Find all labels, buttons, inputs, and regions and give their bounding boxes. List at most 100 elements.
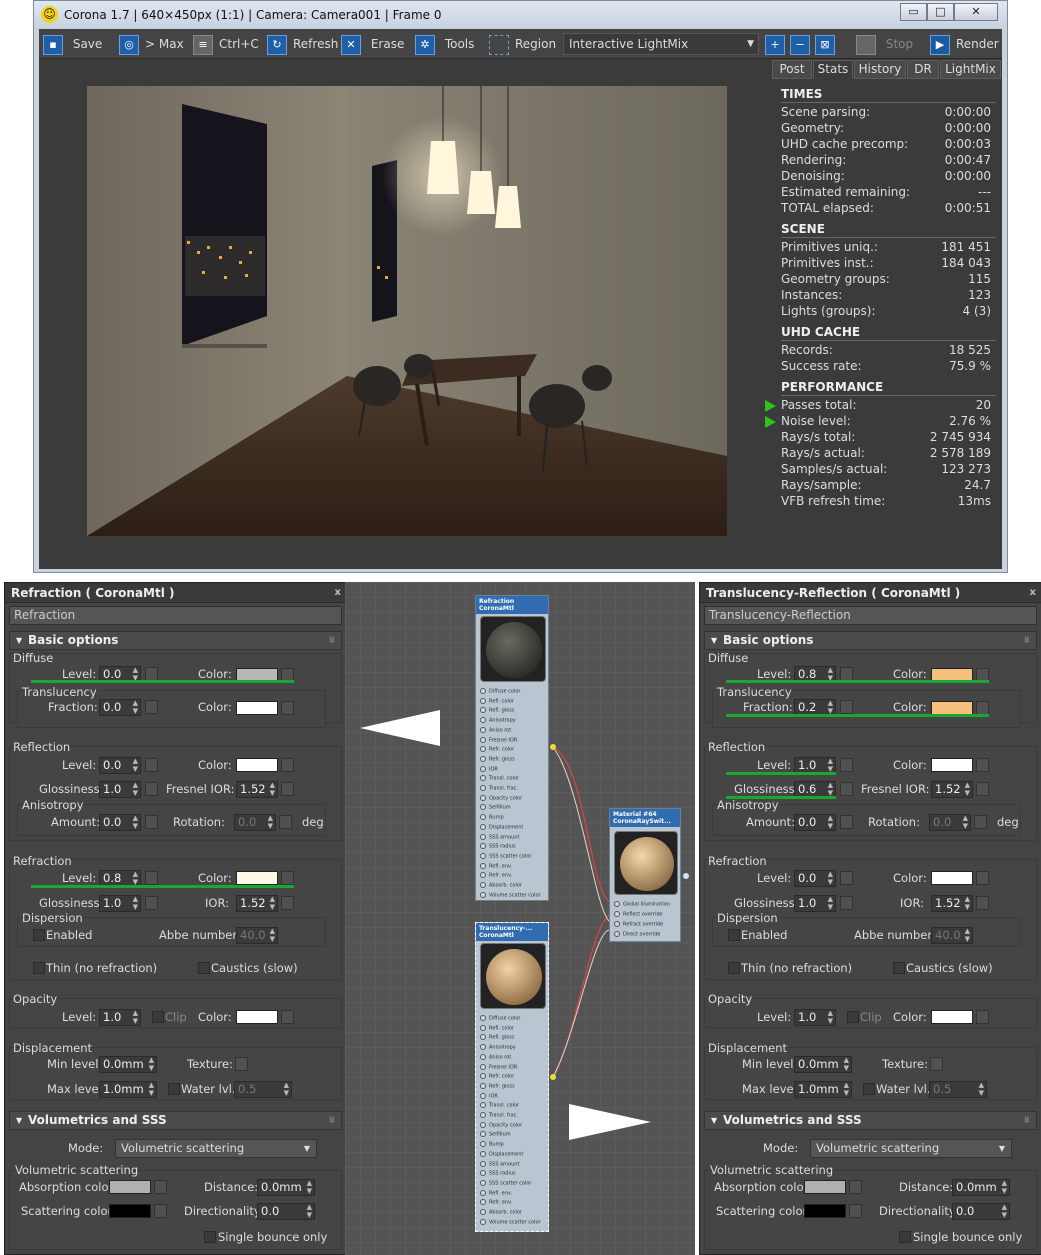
spinner-arrows-icon[interactable]: ▲ ▼ [828, 699, 833, 715]
tools-button[interactable]: ✲ Tools [415, 32, 474, 56]
opacity-color-swatch[interactable] [236, 1010, 278, 1024]
glossiness-map-button[interactable] [145, 782, 158, 796]
scattering-color-swatch[interactable] [804, 1204, 846, 1218]
node-input-slot[interactable]: Anisotropy [480, 1044, 516, 1051]
copy-button[interactable]: ≡ Ctrl+C [193, 32, 259, 56]
amount-map-button[interactable] [145, 815, 158, 829]
spinner-arrows-icon[interactable]: ▲ ▼ [307, 1203, 312, 1219]
rotation-map-button[interactable] [974, 815, 987, 829]
glossiness-map-button[interactable] [840, 782, 853, 796]
node-input-slot[interactable]: Fresnel IOR [480, 737, 517, 743]
min-level-spinner[interactable]: 0.0mm ▲ ▼ [99, 1056, 157, 1073]
spinner-arrows-icon[interactable]: ▲ ▼ [965, 895, 970, 911]
abbe-spinner[interactable]: 40.0 ▲ ▼ [931, 927, 973, 944]
refraction-color-swatch[interactable] [931, 871, 973, 885]
opacity-color-swatch[interactable] [931, 1010, 973, 1024]
thin-checkbox[interactable] [33, 962, 45, 974]
node-input-slot[interactable]: Fresnel IOR [480, 1064, 517, 1070]
refraction-level-map-button[interactable] [840, 871, 853, 885]
scattering-map-button[interactable] [849, 1204, 862, 1218]
spinner-arrows-icon[interactable]: ▲ ▼ [844, 1081, 849, 1097]
translucency-map-button[interactable] [281, 701, 294, 715]
spinner-arrows-icon[interactable]: ▲ ▼ [270, 781, 275, 797]
max-level-spinner[interactable]: 1.0mm ▲ ▼ [794, 1081, 852, 1098]
absorption-map-button[interactable] [154, 1180, 167, 1194]
fresnel-ior-spinner[interactable]: 1.52 ▲ ▼ [931, 781, 973, 798]
spinner-arrows-icon[interactable]: ▲ ▼ [979, 1081, 984, 1097]
spinner-arrows-icon[interactable]: ▲ ▼ [133, 781, 138, 797]
water-level-checkbox[interactable] [863, 1083, 875, 1095]
refraction-color-swatch[interactable] [236, 871, 278, 885]
node-editor-view[interactable]: Refraction CoronaMtl Diffuse color Refl. c… [345, 582, 695, 1255]
spinner-arrows-icon[interactable]: ▲ ▼ [828, 781, 833, 797]
node-input-slot[interactable]: Aniso rot. [480, 727, 513, 733]
material-name-field[interactable]: Refraction [9, 606, 342, 625]
dispersion-enabled-checkbox[interactable] [728, 929, 740, 941]
node-input-slot[interactable]: IOR [480, 1093, 498, 1099]
refraction-node[interactable]: Refraction CoronaMtl Diffuse color Refl. c… [475, 595, 549, 901]
max-level-spinner[interactable]: 1.0mm ▲ ▼ [99, 1081, 157, 1098]
caustics-checkbox[interactable] [198, 962, 210, 974]
node-input-slot[interactable]: SSS scatter color [480, 853, 531, 859]
rollout-volumetrics[interactable]: ▼ Volumetrics and SSS ⠿ [9, 1111, 342, 1130]
tab-post[interactable]: Post [772, 60, 812, 79]
water-level-spinner[interactable]: 0.5 ▲ ▼ [929, 1081, 987, 1098]
spinner-arrows-icon[interactable]: ▲ ▼ [1002, 1203, 1007, 1219]
reflection-level-map-button[interactable] [840, 758, 853, 772]
ior-map-button[interactable] [281, 896, 294, 910]
spinner-arrows-icon[interactable]: ▲ ▼ [133, 870, 138, 886]
min-level-spinner[interactable]: 0.0mm ▲ ▼ [794, 1056, 852, 1073]
rayswitch-input-slot[interactable]: Global illumination [614, 901, 670, 908]
maximize-button[interactable]: □ [927, 3, 954, 21]
node-input-slot[interactable]: SSS scatter color [480, 1180, 531, 1186]
reflection-color-swatch[interactable] [931, 758, 973, 772]
node-input-slot[interactable]: Diffuse color [480, 1015, 520, 1022]
node-input-slot[interactable]: Refl. color [480, 1025, 514, 1031]
tab-history[interactable]: History [854, 60, 906, 79]
region-button[interactable]: Region [489, 32, 556, 56]
spinner-arrows-icon[interactable]: ▲ ▼ [133, 1009, 138, 1025]
node-input-slot[interactable]: Selfillum [480, 804, 511, 811]
node-input-slot[interactable]: Absorb. color [480, 1209, 522, 1216]
directionality-spinner[interactable]: 0.0 ▲ ▼ [952, 1203, 1010, 1220]
clip-checkbox[interactable] [847, 1011, 859, 1023]
absorption-color-swatch[interactable] [804, 1180, 846, 1194]
amount-spinner[interactable]: 0.0 ▲ ▼ [99, 814, 141, 831]
node-input-slot[interactable]: Volume scatter color [480, 1219, 541, 1225]
node-input-slot[interactable]: Displacement [480, 1151, 523, 1157]
spinner-arrows-icon[interactable]: ▲ ▼ [149, 1081, 154, 1097]
rayswitch-input-slot[interactable]: Refract override [614, 921, 663, 928]
render-button[interactable]: ▶ Render [930, 32, 999, 56]
node-input-slot[interactable]: Selfillum [480, 1131, 511, 1138]
node-input-slot[interactable]: Volume scatter color [480, 892, 541, 898]
spinner-arrows-icon[interactable]: ▲ ▼ [828, 870, 833, 886]
opacity-level-spinner[interactable]: 1.0 ▲ ▼ [99, 1009, 141, 1026]
rayswitch-node[interactable]: Material #64 CoronaRaySwit... Global illu… [609, 808, 681, 942]
refraction-level-map-button[interactable] [145, 871, 158, 885]
spinner-arrows-icon[interactable]: ▲ ▼ [270, 895, 275, 911]
node-input-slot[interactable]: SSS amount [480, 834, 519, 840]
tab-stats[interactable]: Stats [813, 60, 853, 79]
node-input-slot[interactable]: Opacity color [480, 795, 522, 801]
rotation-spinner[interactable]: 0.0 ▲ ▼ [929, 814, 971, 831]
rayswitch-input-slot[interactable]: Reflect override [614, 911, 663, 918]
abbe-spinner[interactable]: 40.0 ▲ ▼ [236, 927, 278, 944]
absorption-map-button[interactable] [849, 1180, 862, 1194]
spinner-arrows-icon[interactable]: ▲ ▼ [828, 814, 833, 830]
refresh-button[interactable]: ↻ Refresh [267, 32, 338, 56]
scattering-color-swatch[interactable] [109, 1204, 151, 1218]
rollout-volumetrics[interactable]: ▼ Volumetrics and SSS ⠿ [704, 1111, 1037, 1130]
close-icon[interactable]: x [1030, 583, 1036, 603]
spinner-arrows-icon[interactable]: ▲ ▼ [963, 814, 968, 830]
spinner-arrows-icon[interactable]: ▲ ▼ [828, 895, 833, 911]
scattering-map-button[interactable] [154, 1204, 167, 1218]
reflection-map-button[interactable] [976, 758, 989, 772]
spinner-arrows-icon[interactable]: ▲ ▼ [844, 1056, 849, 1072]
node-input-slot[interactable]: Bump [480, 814, 504, 821]
water-level-checkbox[interactable] [168, 1083, 180, 1095]
node-input-slot[interactable]: SSS radius [480, 843, 516, 850]
close-window-button[interactable]: ✕ [954, 3, 998, 21]
node-input-slot[interactable]: Refr. env. [480, 872, 512, 879]
spinner-arrows-icon[interactable]: ▲ ▼ [965, 927, 970, 943]
spinner-arrows-icon[interactable]: ▲ ▼ [270, 927, 275, 943]
